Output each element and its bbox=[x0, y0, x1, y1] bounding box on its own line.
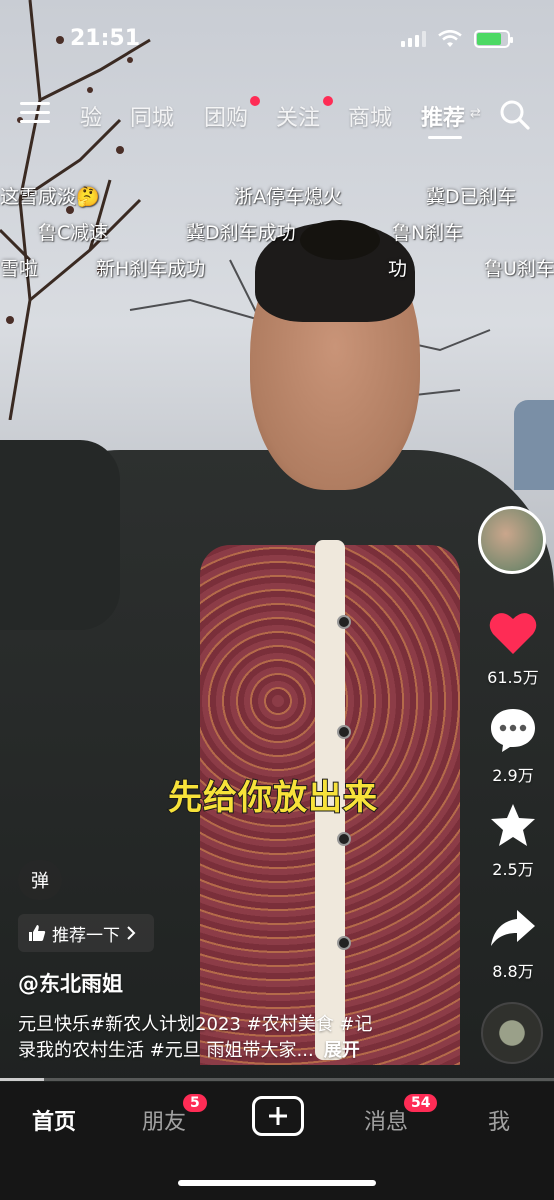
music-disc-icon[interactable] bbox=[481, 1002, 543, 1064]
danmu-comment: 雪啦 bbox=[0, 258, 39, 280]
following-dot bbox=[323, 96, 333, 106]
vest-button bbox=[337, 936, 351, 950]
clock: 21:51 bbox=[70, 26, 141, 51]
danmu-comment: 鲁U刹车 bbox=[484, 258, 554, 280]
battery-level bbox=[477, 33, 501, 45]
top-nav: 验 同城 团购 关注 商城 推荐 ⇄ bbox=[0, 92, 554, 142]
heart-icon bbox=[489, 613, 537, 654]
star-icon bbox=[491, 804, 535, 846]
group-buy-dot bbox=[250, 96, 260, 106]
danmu-comment: 鲁C减速 bbox=[38, 222, 109, 244]
share-count: 8.8万 bbox=[492, 962, 534, 981]
favorite-button[interactable]: 2.5万 bbox=[478, 802, 548, 880]
danmu-toggle-button[interactable]: 弹 bbox=[18, 860, 62, 900]
video-subtitle: 先给你放出来 bbox=[167, 777, 378, 819]
progress-fill bbox=[0, 1078, 45, 1081]
nav-me[interactable]: 我 bbox=[488, 1104, 510, 1136]
tab-mall[interactable]: 商城 bbox=[348, 100, 392, 132]
home-indicator bbox=[178, 1180, 376, 1186]
vest-button bbox=[337, 615, 351, 629]
messages-badge: 54 bbox=[404, 1094, 438, 1112]
danmu-comment: 浙A停车熄火 bbox=[234, 186, 342, 208]
expand-caption-button[interactable]: 展开 bbox=[324, 1040, 360, 1061]
friends-badge: 5 bbox=[183, 1094, 207, 1112]
tab-following[interactable]: 关注 bbox=[276, 100, 320, 132]
comment-button[interactable]: 2.9万 bbox=[478, 706, 548, 786]
tab-recommend[interactable]: 推荐 bbox=[421, 100, 465, 132]
thumbs-up-icon bbox=[29, 925, 46, 941]
like-button[interactable]: 61.5万 bbox=[478, 610, 548, 688]
recommend-button[interactable]: 推荐一下 bbox=[18, 914, 154, 952]
vest-button bbox=[337, 832, 351, 846]
video-caption: 元旦快乐#新农人计划2023 #农村美食 #记 录我的农村生活 #元旦 雨姐带大… bbox=[18, 1012, 448, 1064]
danmu-comment: 这雪咸淡🤔 bbox=[0, 186, 100, 208]
danmu-toggle-label: 弹 bbox=[31, 871, 49, 892]
tab-experience[interactable]: 验 bbox=[80, 100, 102, 132]
menu-icon[interactable] bbox=[20, 102, 50, 126]
like-count: 61.5万 bbox=[487, 668, 539, 687]
tab-local[interactable]: 同城 bbox=[130, 100, 174, 132]
car bbox=[514, 400, 554, 490]
share-button[interactable]: 8.8万 bbox=[478, 906, 548, 982]
favorite-count: 2.5万 bbox=[492, 860, 534, 879]
status-bar: 21:51 bbox=[0, 0, 554, 80]
comment-icon bbox=[491, 709, 535, 752]
author-name[interactable]: @东北雨姐 bbox=[18, 968, 123, 998]
caption-line-2: 录我的农村生活 #元旦 雨姐带大家... 展开 bbox=[18, 1038, 448, 1064]
comment-count: 2.9万 bbox=[492, 766, 534, 785]
battery-icon bbox=[474, 30, 513, 48]
create-button[interactable] bbox=[252, 1096, 304, 1136]
hair-bun bbox=[300, 220, 380, 260]
swap-icon: ⇄ bbox=[470, 106, 481, 121]
cellular-signal-icon bbox=[401, 31, 426, 47]
search-icon[interactable] bbox=[498, 98, 532, 132]
nav-messages[interactable]: 消息 bbox=[364, 1104, 408, 1136]
vest-button bbox=[337, 725, 351, 739]
caption-line: 元旦快乐#新农人计划2023 #农村美食 #记 bbox=[18, 1014, 373, 1035]
plus-icon bbox=[269, 1107, 287, 1125]
active-tab-indicator bbox=[428, 136, 462, 139]
danmu-comment: 新H刹车成功 bbox=[96, 258, 206, 280]
chevron-right-icon bbox=[127, 926, 136, 940]
danmu-comment: 鲁N刹车 bbox=[392, 222, 464, 244]
video-progress-bar[interactable] bbox=[0, 1078, 554, 1081]
danmu-comment: 冀D已刹车 bbox=[426, 186, 517, 208]
raised-arm bbox=[0, 440, 120, 630]
danmu-comment: 冀D刹车成功 bbox=[186, 222, 296, 244]
nav-home[interactable]: 首页 bbox=[32, 1104, 76, 1136]
wifi-icon bbox=[438, 30, 462, 47]
danmu-comment: 功 bbox=[388, 258, 408, 280]
nav-friends[interactable]: 朋友 bbox=[142, 1104, 186, 1136]
recommend-label: 推荐一下 bbox=[52, 925, 120, 946]
creator-avatar[interactable] bbox=[478, 506, 546, 574]
status-icons bbox=[401, 30, 513, 48]
tab-group-buy[interactable]: 团购 bbox=[204, 100, 248, 132]
caption-text: 录我的农村生活 #元旦 雨姐带大家... bbox=[18, 1040, 314, 1061]
share-arrow-icon bbox=[491, 910, 535, 946]
